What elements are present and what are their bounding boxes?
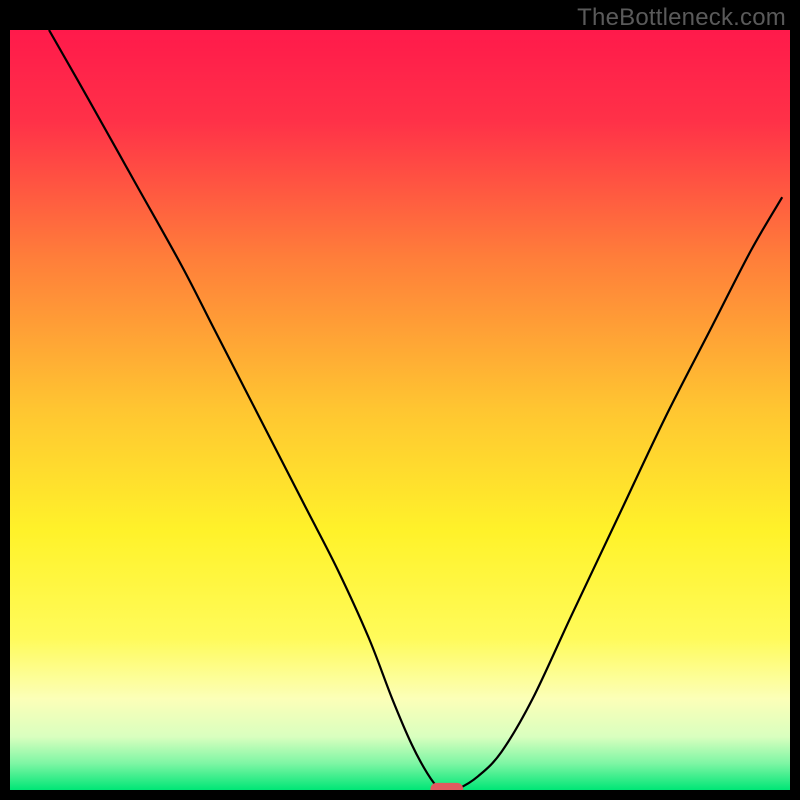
optimal-marker xyxy=(430,783,463,790)
chart-plot-area xyxy=(10,30,790,790)
gradient-background xyxy=(10,30,790,790)
chart-frame: TheBottleneck.com xyxy=(0,0,800,800)
watermark-label: TheBottleneck.com xyxy=(577,4,786,32)
bottleneck-chart xyxy=(10,30,790,790)
